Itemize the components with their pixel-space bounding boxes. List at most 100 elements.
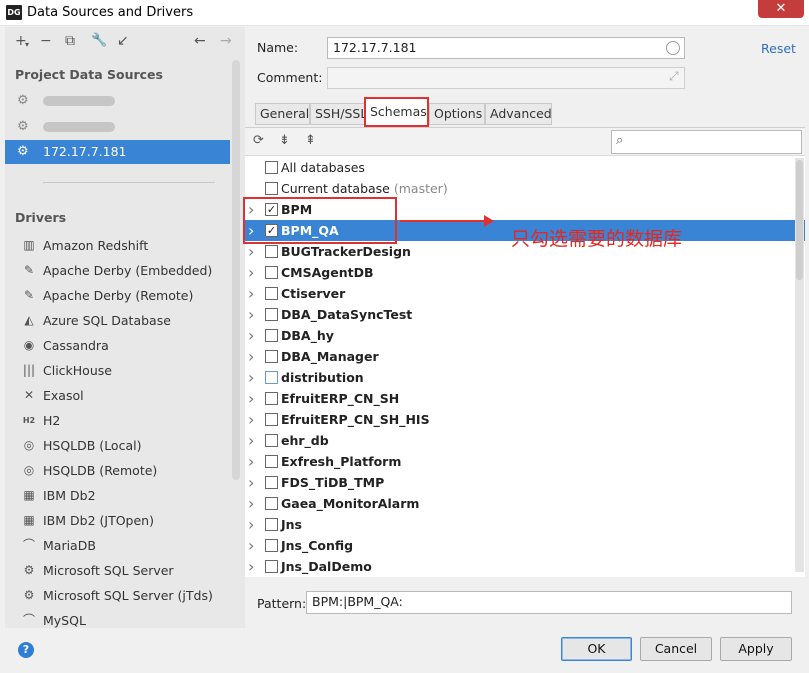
add-dropdown-icon[interactable]: ▾ bbox=[25, 37, 29, 53]
expand-chevron-icon[interactable]: › bbox=[248, 430, 254, 451]
driver-item[interactable]: ✎ Apache Derby (Embedded) bbox=[5, 258, 233, 283]
schema-checkbox[interactable] bbox=[265, 245, 278, 258]
schema-checkbox[interactable] bbox=[265, 287, 278, 300]
schema-row[interactable]: › ehr_db bbox=[245, 430, 805, 451]
driver-item[interactable]: ⚙ Microsoft SQL Server bbox=[5, 558, 233, 583]
schema-row[interactable]: › Exfresh_Platform bbox=[245, 451, 805, 472]
schema-checkbox[interactable] bbox=[265, 413, 278, 426]
driver-item[interactable]: ◉ Cassandra bbox=[5, 333, 233, 358]
tab-general[interactable]: General bbox=[255, 103, 310, 125]
wrench-icon[interactable]: 🔧 bbox=[91, 33, 107, 49]
tab-schemas[interactable]: Schemas bbox=[364, 97, 429, 127]
apply-button[interactable]: Apply bbox=[720, 637, 792, 661]
cancel-button[interactable]: Cancel bbox=[640, 637, 712, 661]
name-field[interactable]: 172.17.7.181 bbox=[327, 37, 685, 59]
driver-item[interactable]: ⌒ MySQL bbox=[5, 608, 233, 633]
schema-row[interactable]: › CMSAgentDB bbox=[245, 262, 805, 283]
schema-row[interactable]: › DBA_Manager bbox=[245, 346, 805, 367]
schema-row[interactable]: › DBA_DataSyncTest bbox=[245, 304, 805, 325]
expand-chevron-icon[interactable]: › bbox=[248, 325, 254, 346]
expand-chevron-icon[interactable]: › bbox=[248, 514, 254, 535]
schema-checkbox[interactable] bbox=[265, 161, 278, 174]
expand-comment-icon[interactable]: ⤢ bbox=[669, 69, 679, 84]
data-source-item-selected[interactable]: ⚙ 172.17.7.181 bbox=[5, 140, 230, 164]
data-source-item[interactable]: ⚙ bbox=[5, 89, 230, 113]
duplicate-icon[interactable]: ⧉ bbox=[65, 33, 75, 49]
schema-scrollbar[interactable] bbox=[795, 158, 804, 572]
driver-item[interactable]: ✎ Apache Derby (Remote) bbox=[5, 283, 233, 308]
schema-row[interactable]: › EfruitERP_CN_SH bbox=[245, 388, 805, 409]
schema-row[interactable]: › FDS_TiDB_TMP bbox=[245, 472, 805, 493]
driver-item[interactable]: ▦ IBM Db2 (JTOpen) bbox=[5, 508, 233, 533]
forward-arrow-icon[interactable]: → bbox=[220, 33, 232, 49]
expand-chevron-icon[interactable]: › bbox=[248, 346, 254, 367]
schema-checkbox[interactable] bbox=[265, 455, 278, 468]
schema-row[interactable]: › Gaea_MonitorAlarm bbox=[245, 493, 805, 514]
schema-checkbox[interactable] bbox=[265, 560, 278, 573]
driver-item[interactable]: H2 H2 bbox=[5, 408, 233, 433]
back-arrow-icon[interactable]: ← bbox=[194, 33, 206, 49]
driver-item[interactable]: ✕ Exasol bbox=[5, 383, 233, 408]
name-radio-icon[interactable] bbox=[666, 41, 680, 55]
import-icon[interactable]: ↙ bbox=[117, 33, 129, 49]
expand-chevron-icon[interactable]: › bbox=[248, 472, 254, 493]
driver-item[interactable]: ⌒ MariaDB bbox=[5, 533, 233, 558]
schema-row[interactable]: Current database (master) bbox=[245, 178, 805, 199]
schema-checkbox[interactable] bbox=[265, 308, 278, 321]
schema-row[interactable]: › DBA_hy bbox=[245, 325, 805, 346]
schema-row[interactable]: › Jns_Config bbox=[245, 535, 805, 556]
close-window-button[interactable]: ✕ bbox=[758, 0, 804, 18]
schema-checkbox[interactable] bbox=[265, 539, 278, 552]
schema-checkbox[interactable] bbox=[265, 371, 278, 384]
scrollbar-thumb[interactable] bbox=[796, 160, 803, 280]
collapse-all-icon[interactable]: ⇞ bbox=[305, 133, 316, 148]
schema-checkbox[interactable] bbox=[265, 434, 278, 447]
schema-checkbox[interactable] bbox=[265, 392, 278, 405]
expand-chevron-icon[interactable]: › bbox=[248, 535, 254, 556]
expand-all-icon[interactable]: ⇟ bbox=[279, 133, 290, 148]
schema-row[interactable]: › Jns_DalDemo bbox=[245, 556, 805, 577]
schema-checkbox[interactable] bbox=[265, 329, 278, 342]
tab-ssh-ssl[interactable]: SSH/SSL bbox=[310, 103, 367, 125]
schema-checkbox[interactable] bbox=[265, 497, 278, 510]
tab-options[interactable]: Options bbox=[429, 103, 485, 125]
driver-item[interactable]: ◭ Azure SQL Database bbox=[5, 308, 233, 333]
expand-chevron-icon[interactable]: › bbox=[248, 409, 254, 430]
driver-item[interactable]: ▦ IBM Db2 bbox=[5, 483, 233, 508]
driver-item[interactable]: ⚙ Microsoft SQL Server (jTds) bbox=[5, 583, 233, 608]
tab-advanced[interactable]: Advanced bbox=[485, 103, 552, 125]
pattern-field[interactable]: BPM:|BPM_QA: bbox=[306, 591, 792, 614]
schema-checkbox[interactable] bbox=[265, 518, 278, 531]
schema-search-input[interactable]: ⌕ bbox=[611, 130, 802, 154]
schema-row[interactable]: › Ctiserver bbox=[245, 283, 805, 304]
expand-chevron-icon[interactable]: › bbox=[248, 262, 254, 283]
ok-button[interactable]: OK bbox=[561, 637, 632, 661]
schema-checkbox[interactable] bbox=[265, 476, 278, 489]
expand-chevron-icon[interactable]: › bbox=[248, 451, 254, 472]
remove-icon[interactable]: − bbox=[40, 33, 52, 49]
expand-chevron-icon[interactable]: › bbox=[248, 304, 254, 325]
expand-chevron-icon[interactable]: › bbox=[248, 556, 254, 577]
driver-item[interactable]: ▥ Amazon Redshift bbox=[5, 233, 233, 258]
schema-checkbox[interactable] bbox=[265, 350, 278, 363]
expand-chevron-icon[interactable]: › bbox=[248, 367, 254, 388]
comment-field[interactable] bbox=[327, 67, 685, 89]
schema-checkbox[interactable] bbox=[265, 182, 278, 195]
left-scrollbar[interactable] bbox=[232, 60, 240, 480]
data-source-item[interactable]: ⚙ bbox=[5, 115, 230, 139]
schema-row[interactable]: › Jns bbox=[245, 514, 805, 535]
schema-row[interactable]: All databases bbox=[245, 157, 805, 178]
schema-row[interactable]: › EfruitERP_CN_SH_HIS bbox=[245, 409, 805, 430]
expand-chevron-icon[interactable]: › bbox=[248, 388, 254, 409]
help-icon[interactable]: ? bbox=[18, 642, 34, 658]
driver-item[interactable]: ||| ClickHouse bbox=[5, 358, 233, 383]
driver-item[interactable]: ◎ HSQLDB (Remote) bbox=[5, 458, 233, 483]
refresh-icon[interactable]: ⟳ bbox=[253, 133, 264, 148]
expand-chevron-icon[interactable]: › bbox=[248, 493, 254, 514]
schema-row[interactable]: › distribution bbox=[245, 367, 805, 388]
reset-link[interactable]: Reset bbox=[761, 41, 796, 56]
driver-item[interactable]: ◎ HSQLDB (Local) bbox=[5, 433, 233, 458]
expand-chevron-icon[interactable]: › bbox=[248, 283, 254, 304]
schema-checkbox[interactable] bbox=[265, 266, 278, 279]
expand-chevron-icon[interactable]: › bbox=[248, 241, 254, 262]
